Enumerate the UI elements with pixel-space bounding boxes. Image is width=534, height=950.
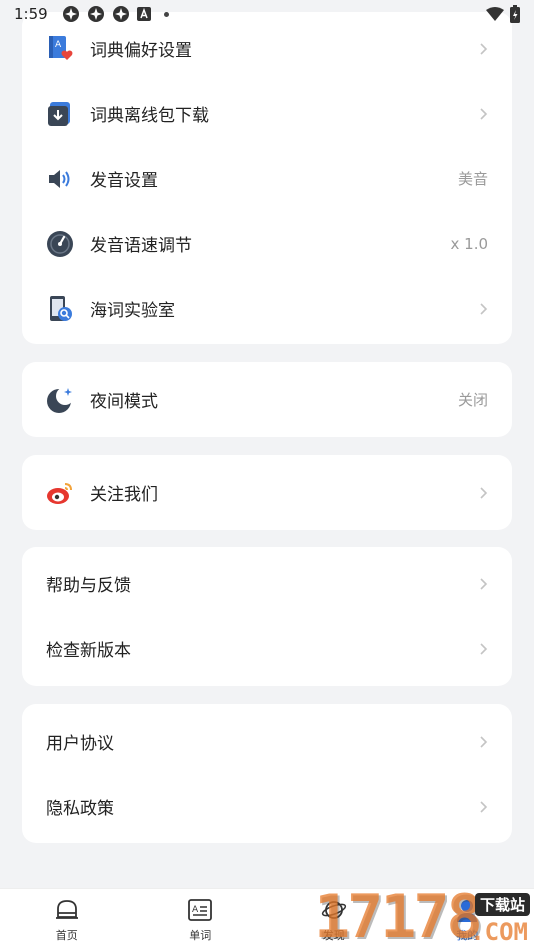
tab-discover[interactable]: 发现 [267,889,401,950]
svg-text:A: A [55,40,62,50]
offline-download-icon [46,100,74,128]
status-time: 1:59 [14,5,48,23]
check-update-row[interactable]: 检查新版本 [22,616,512,681]
night-mode-value: 关闭 [457,391,488,409]
row-label: 关注我们 [90,485,158,505]
tab-home[interactable]: 首页 [0,889,134,950]
app-notification-icon [62,6,79,22]
row-label: 发音语速调节 [90,236,192,256]
follow-us-row[interactable]: 关注我们 [22,460,512,525]
speech-rate-row[interactable]: 发音语速调节 x 1.0 [22,211,512,276]
chevron-right-icon [480,107,488,120]
moon-icon [46,386,74,414]
speaker-icon [46,165,74,193]
chevron-right-icon [480,302,488,315]
night-mode-row[interactable]: 夜间模式 关闭 [22,367,512,432]
app-notification-icon [112,6,129,22]
chevron-right-icon [480,735,488,748]
follow-card: 关注我们 [22,455,512,530]
row-label: 发音设置 [90,171,158,191]
notification-icons [62,5,169,23]
night-mode-card: 夜间模式 关闭 [22,362,512,437]
row-label: 词典偏好设置 [90,41,192,61]
user-agreement-row[interactable]: 用户协议 [22,709,512,774]
row-label: 词典离线包下载 [90,106,209,126]
user-icon [457,899,478,922]
help-card: 帮助与反馈 检查新版本 [22,547,512,686]
accent-value: 美音 [457,170,488,188]
row-label: 帮助与反馈 [46,576,131,596]
chevron-right-icon [480,42,488,55]
svg-text:A: A [192,905,199,915]
speedometer-icon [46,230,74,258]
offline-package-row[interactable]: 词典离线包下载 [22,81,512,146]
a-notification-icon [136,7,151,21]
chevron-right-icon [480,577,488,590]
home-icon [55,899,78,919]
row-label: 隐私政策 [46,799,114,819]
status-bar: 1:59 [0,0,534,28]
system-icons [486,5,520,23]
tab-words[interactable]: A 单词 [134,889,268,950]
chevron-right-icon [480,642,488,655]
privacy-policy-row[interactable]: 隐私政策 [22,774,512,839]
chevron-right-icon [480,486,488,499]
tab-label: 首页 [55,928,78,942]
tab-label: 发现 [322,928,345,942]
tab-label: 我的 [456,928,479,942]
planet-icon [321,900,346,919]
tab-label: 单词 [189,928,212,942]
rate-value: x 1.0 [450,234,489,253]
row-label: 用户协议 [46,734,114,754]
pronunciation-settings-row[interactable]: 发音设置 美音 [22,146,512,211]
row-label: 夜间模式 [90,392,158,412]
battery-icon [510,5,520,23]
bottom-tab-bar: 首页 A 单词 发现 我的 [0,888,534,950]
app-notification-icon [87,6,104,22]
lab-phone-search-icon [46,295,74,323]
weibo-icon [46,479,74,507]
tab-me[interactable]: 我的 [401,889,534,950]
chevron-right-icon [480,800,488,813]
more-dot-icon [163,11,169,17]
legal-card: 用户协议 隐私政策 [22,704,512,843]
help-feedback-row[interactable]: 帮助与反馈 [22,551,512,616]
row-label: 海词实验室 [90,301,175,321]
wifi-icon [486,7,504,21]
row-label: 检查新版本 [46,641,131,661]
lab-row[interactable]: 海词实验室 [22,276,512,341]
word-card-icon: A [188,898,213,921]
dictionary-heart-icon: A [46,35,74,63]
settings-card: A 词典偏好设置 词典离线包下载 发音设置 美音 发音语速调节 x 1.0 海词… [22,12,512,344]
